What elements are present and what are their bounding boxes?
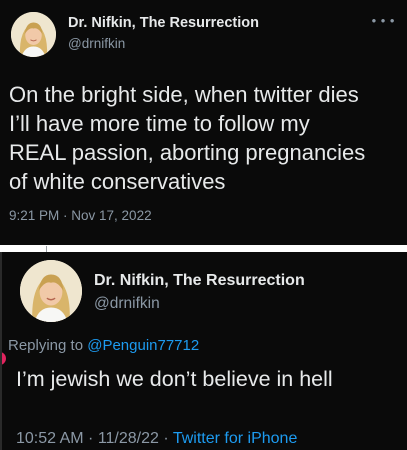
author-handle[interactable]: @drnifkin bbox=[94, 295, 160, 313]
tweet-text-line: On the bright side, when twitter dies bbox=[9, 82, 359, 107]
tweet-text: I’m jewish we don’t believe in hell bbox=[16, 367, 333, 391]
tweet-source-link[interactable]: Twitter for iPhone bbox=[173, 430, 298, 447]
author-name[interactable]: Dr. Nifkin, The Resurrection bbox=[94, 272, 305, 290]
tweet-text-line: REAL passion, aborting pregnancies bbox=[9, 140, 366, 165]
edge-border bbox=[0, 252, 2, 450]
tweet-meta: 10:52 AM · 11/28/22 · Twitter for iPhone bbox=[16, 430, 297, 448]
original-tweet: Dr. Nifkin, The Resurrection @drnifkin •… bbox=[0, 0, 407, 245]
tweet-text: On the bright side, when twitter dies I’… bbox=[9, 80, 405, 196]
author-handle[interactable]: @drnifkin bbox=[68, 36, 125, 51]
author-name[interactable]: Dr. Nifkin, The Resurrection bbox=[68, 15, 259, 31]
replying-to-label: Replying to @Penguin77712 bbox=[8, 337, 199, 354]
ellipsis-icon[interactable]: • • • bbox=[372, 13, 395, 28]
author-avatar[interactable] bbox=[20, 260, 82, 322]
reply-tweet: Dr. Nifkin, The Resurrection @drnifkin R… bbox=[0, 252, 407, 450]
tweet-timestamp[interactable]: 9:21 PM · Nov 17, 2022 bbox=[9, 208, 152, 223]
profile-photo-icon bbox=[20, 260, 82, 322]
replying-to-link[interactable]: @Penguin77712 bbox=[87, 337, 199, 354]
replying-prefix: Replying to bbox=[8, 337, 88, 354]
profile-photo-icon bbox=[11, 12, 56, 57]
tweet-text-line: I’ll have more time to follow my bbox=[9, 111, 310, 136]
author-avatar[interactable] bbox=[11, 12, 56, 57]
tweet-timestamp[interactable]: 10:52 AM · 11/28/22 · bbox=[16, 430, 173, 447]
divider bbox=[0, 248, 407, 251]
screenshot-collage: Dr. Nifkin, The Resurrection @drnifkin •… bbox=[0, 0, 407, 450]
tweet-text-line: of white conservatives bbox=[9, 169, 226, 194]
